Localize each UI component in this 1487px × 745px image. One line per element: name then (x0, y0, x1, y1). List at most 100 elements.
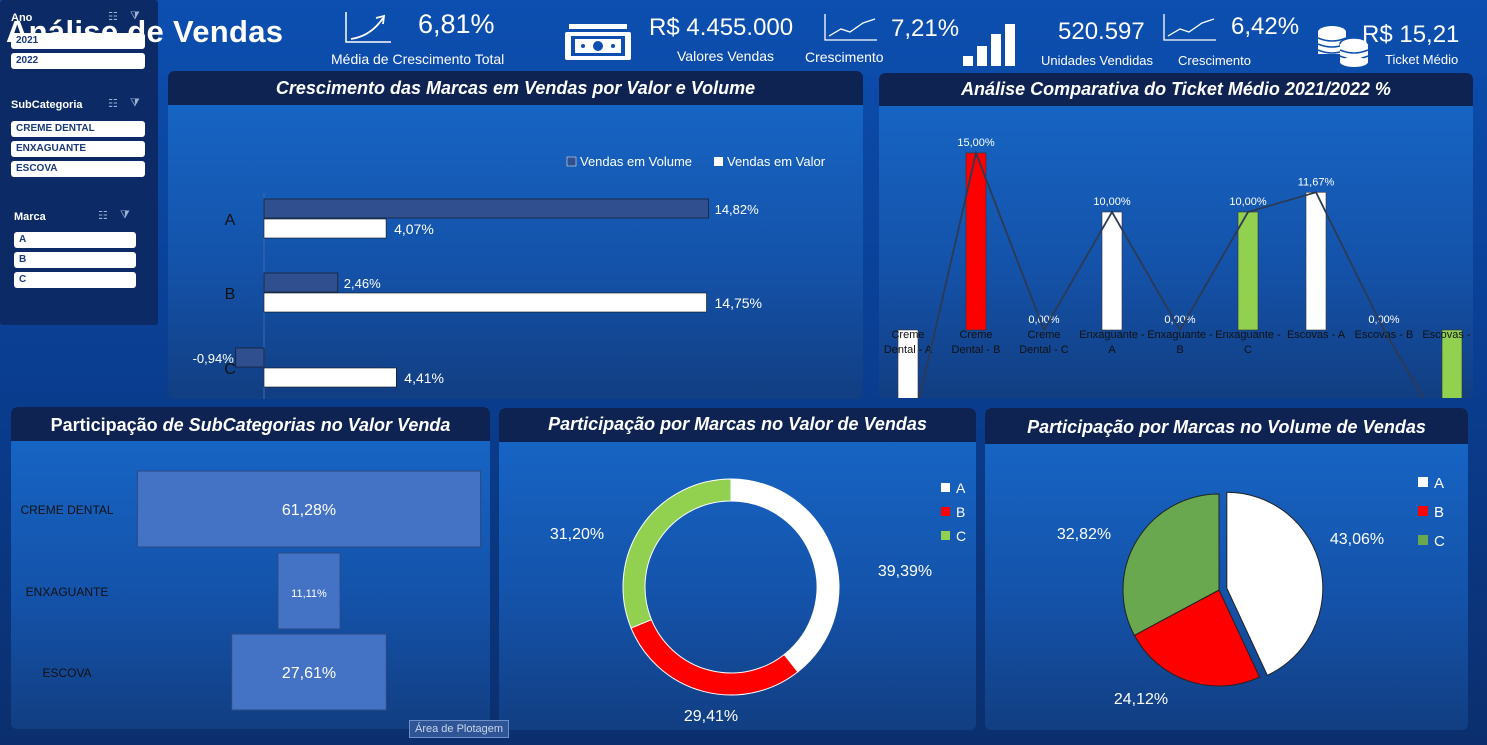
donut-slice-c (622, 478, 732, 629)
brand-value-title: Participação por Marcas no Valor de Vend… (499, 408, 976, 442)
donut-legend-swatch-a (941, 483, 950, 492)
pie-data-label-c: 32,82% (1057, 526, 1111, 543)
kpi-sales-label: Valores Vendas (677, 48, 775, 64)
data-label-volume-b: 2,46% (344, 276, 381, 291)
trend-line-icon (1163, 14, 1216, 41)
slicer-subcategory-title: SubCategoria (11, 99, 83, 111)
ticket-bar-3 (1101, 211, 1123, 331)
trend-line-icon (824, 14, 877, 41)
ticket-category-label-3-line1: Enxaguante - (1079, 329, 1145, 341)
clear-filter-icon[interactable]: ⧩ (120, 209, 130, 222)
ticket-data-label-1: 15,00% (957, 137, 995, 149)
data-label-value-c: 4,41% (404, 370, 444, 386)
funnel-category-label-2: ESCOVA (42, 666, 91, 680)
pie-legend-label-a: A (1434, 475, 1444, 492)
donut-data-label-b: 29,41% (684, 708, 738, 725)
kpi-ticket-value: R$ 15,21 (1362, 21, 1460, 48)
slicer-brand-a[interactable]: A (14, 232, 136, 248)
donut-data-label-c: 31,20% (550, 526, 604, 543)
donut-data-label-a: 39,39% (878, 563, 932, 580)
data-label-volume-a: 14,82% (715, 202, 760, 217)
bar-chart-icon (963, 24, 1015, 66)
legend-label-volume: Vendas em Volume (580, 154, 692, 169)
funnel-category-label-1: ENXAGUANTE (26, 585, 109, 599)
bar-value-c (263, 367, 397, 388)
ticket-category-label-0-line2: Dental - A (884, 344, 933, 356)
ticket-category-label-0-line1: Creme (891, 329, 924, 341)
kpi-value-growth-label: Crescimento (805, 49, 884, 65)
slicer-brand-title: Marca (14, 211, 46, 223)
kpi-value-growth-value: 7,21% (891, 15, 960, 42)
slicer-year-2021[interactable]: 2021 (11, 33, 145, 49)
ticket-data-label-3: 10,00% (1093, 196, 1131, 208)
brand-value-donut-chart: 39,39% A 29,41% B 31,20% C (550, 478, 966, 725)
donut-slice-b (630, 619, 799, 696)
kpi-ticket-label: Ticket Médio (1385, 52, 1459, 67)
data-label-volume-c: -0,94% (193, 351, 235, 366)
kpi-volume-growth-value: 6,42% (1231, 13, 1300, 40)
ticket-data-label-6: 11,67% (1298, 176, 1335, 188)
funnel-data-label-2: 27,61% (282, 665, 336, 682)
slicer-subcategory-enxaguante[interactable]: ENXAGUANTE (11, 141, 145, 157)
slicer-year-title: Ano (11, 12, 33, 24)
ticket-trend-line (918, 149, 1425, 398)
ticket-data-label-7: 0,00% (1368, 314, 1399, 326)
brand-volume-panel: Participação por Marcas no Volume de Ven… (985, 408, 1468, 730)
donut-legend-swatch-c (941, 531, 950, 540)
funnel-data-label-0: 61,28% (282, 502, 336, 519)
ticket-data-label-2: 0,00% (1028, 314, 1059, 326)
clear-filter-icon[interactable]: ⧩ (130, 97, 140, 110)
brand-growth-panel: Crescimento das Marcas em Vendas por Val… (168, 71, 863, 399)
ticket-panel: Análise Comparativa do Ticket Médio 2021… (879, 73, 1473, 398)
bar-volume-a (263, 198, 709, 219)
brand-value-panel: Participação por Marcas no Valor de Vend… (499, 408, 976, 730)
multi-select-icon[interactable]: ☷ (98, 209, 108, 222)
data-label-value-b: 14,75% (715, 295, 762, 311)
donut-legend-swatch-b (941, 507, 950, 516)
filter-panel: Ano ☷ ⧩ 2021 2022 SubCategoria ☷ ⧩ CREME… (0, 0, 158, 325)
data-label-value-a: 4,07% (394, 221, 434, 237)
bar-volume-c (235, 347, 265, 368)
donut-legend-label-a: A (956, 480, 966, 496)
bar-volume-b (263, 272, 339, 293)
ticket-category-label-5-line2: C (1244, 344, 1252, 356)
brand-growth-title: Crescimento das Marcas em Vendas por Val… (168, 71, 863, 105)
kpi-volume-growth-label: Crescimento (1178, 53, 1251, 68)
pie-legend-label-c: C (1434, 533, 1445, 550)
plot-area-tooltip: Área de Plotagem (409, 720, 510, 738)
brand-growth-chart: Vendas em Volume Vendas em Valor A 14,82% 4,… (193, 154, 826, 399)
ticket-category-label-3-line2: A (1108, 344, 1116, 356)
slicer-subcategory-escova[interactable]: ESCOVA (11, 161, 145, 177)
clear-filter-icon[interactable]: ⧩ (130, 10, 140, 23)
multi-select-icon[interactable]: ☷ (108, 10, 118, 23)
slicer-subcategory-creme-dental[interactable]: CREME DENTAL (11, 121, 145, 137)
pie-legend-label-b: B (1434, 504, 1444, 521)
ticket-category-label-8-line1: Escovas - C (1422, 329, 1473, 341)
legend-swatch-value (714, 157, 723, 166)
slicer-year-2022[interactable]: 2022 (11, 53, 145, 69)
ticket-category-label-1-line1: Creme (959, 329, 992, 341)
subcategory-funnel-chart: 61,28% CREME DENTAL 11,11% ENXAGUANTE 27,61%… (20, 470, 482, 711)
slicer-brand-c[interactable]: C (14, 272, 136, 288)
donut-legend-label-c: C (956, 528, 966, 544)
multi-select-icon[interactable]: ☷ (108, 97, 118, 110)
subcategory-share-panel: Participação de SubCategorias no Valor V… (11, 407, 490, 729)
donut-legend-label-b: B (956, 504, 965, 520)
slicer-brand-b[interactable]: B (14, 252, 136, 268)
kpi-units-label: Unidades Vendidas (1041, 53, 1154, 68)
pie-data-label-a: 43,06% (1330, 531, 1384, 548)
trend-up-icon (345, 12, 391, 43)
ticket-category-label-4-line2: B (1176, 344, 1183, 356)
subcategory-share-title: Participação de SubCategorias no Valor V… (11, 407, 490, 441)
ticket-category-label-1-line2: Dental - B (952, 344, 1001, 356)
ticket-bar-5 (1237, 211, 1259, 331)
bar-value-a (263, 218, 387, 239)
kpi-growth-total-label: Média de Crescimento Total (331, 51, 505, 67)
ticket-data-label-5: 10,00% (1229, 196, 1267, 208)
kpi-growth-total-value: 6,81% (418, 9, 495, 39)
category-label-a: A (225, 212, 236, 229)
kpi-sales-value: R$ 4.455.000 (649, 14, 794, 41)
pie-legend-swatch-b (1418, 506, 1428, 516)
subcategory-share-title-italic: de SubCategorias no Valor Venda (162, 415, 451, 435)
brand-volume-title: Participação por Marcas no Volume de Ven… (985, 408, 1468, 444)
